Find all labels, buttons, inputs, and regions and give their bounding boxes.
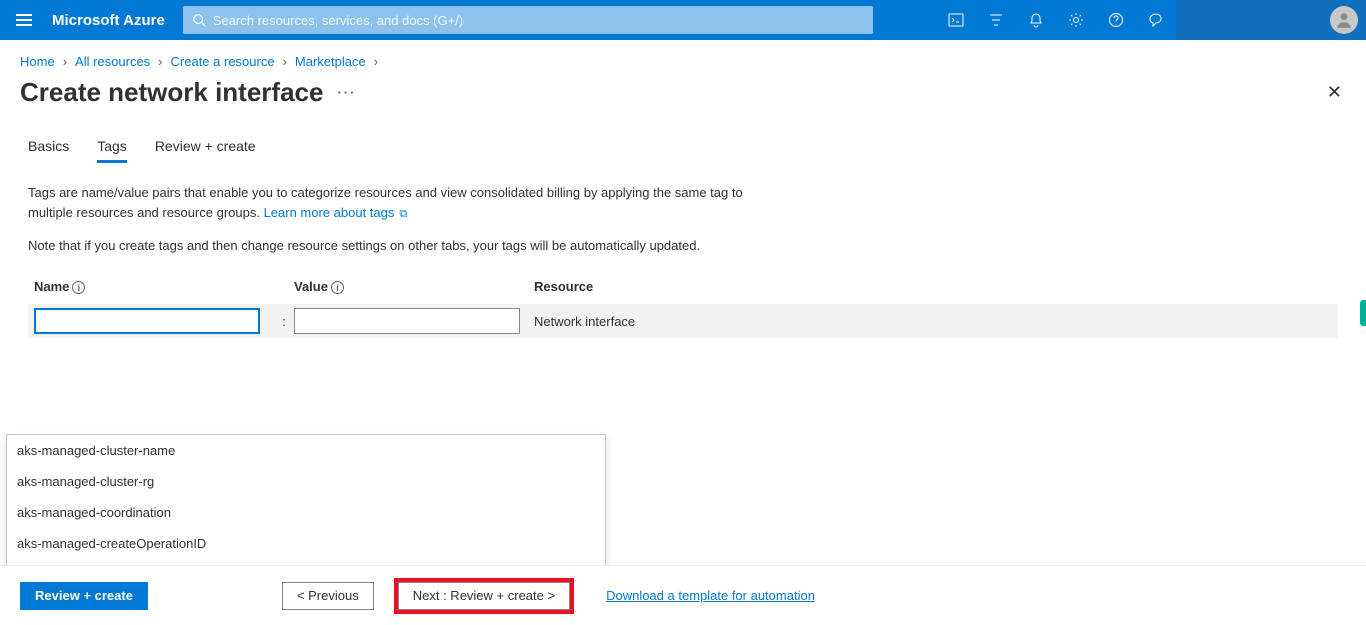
tag-resource-label: Network interface [526,304,635,338]
suggestion-item[interactable]: aks-managed-createOperationID [7,528,605,559]
close-icon[interactable]: ✕ [1327,82,1346,103]
suggestion-item[interactable]: aks-managed-coordination [7,497,605,528]
more-actions-icon[interactable]: ··· [337,85,356,100]
column-header-name: Namei [28,279,274,294]
tag-value-input[interactable] [294,308,520,334]
account-area[interactable] [1176,0,1366,40]
tab-review-create[interactable]: Review + create [155,138,256,163]
tab-tags[interactable]: Tags [97,138,127,163]
chevron-right-icon: › [63,54,67,69]
info-icon[interactable]: i [72,281,85,294]
next-button[interactable]: Next : Review + create > [398,582,570,610]
tab-strip: Basics Tags Review + create [28,138,1338,163]
breadcrumb-item[interactable]: Create a resource [171,54,275,69]
column-header-resource: Resource [526,279,764,294]
page-title: Create network interface [20,77,323,108]
cloud-shell-icon[interactable] [936,0,976,40]
suggestion-item[interactable]: aks-managed-cluster-rg [7,466,605,497]
learn-more-link[interactable]: Learn more about tags ⧉ [264,205,408,220]
title-row: Create network interface ··· ✕ [0,73,1366,118]
tags-note: Note that if you create tags and then ch… [28,238,1338,253]
wizard-footer: Review + create < Previous Next : Review… [0,565,1366,625]
column-header-value: Valuei [294,279,526,294]
tab-basics[interactable]: Basics [28,138,69,163]
directories-filter-icon[interactable] [976,0,1016,40]
feedback-icon[interactable] [1136,0,1176,40]
external-link-icon: ⧉ [396,208,407,220]
tags-description: Tags are name/value pairs that enable yo… [28,183,768,224]
previous-button[interactable]: < Previous [282,582,374,610]
global-search-input[interactable] [213,13,865,28]
global-search[interactable] [183,6,873,34]
avatar[interactable] [1330,6,1358,34]
tags-table: Namei Valuei Resource : Network interfac… [28,279,1338,338]
suggestion-item[interactable]: aks-managed-cluster-name [7,435,605,466]
review-create-button[interactable]: Review + create [20,582,148,610]
breadcrumb: Home › All resources › Create a resource… [0,40,1366,73]
brand-label[interactable]: Microsoft Azure [48,12,183,29]
chevron-right-icon: › [374,54,378,69]
breadcrumb-item[interactable]: Marketplace [295,54,366,69]
hamburger-menu-icon[interactable] [0,0,48,40]
tag-name-input[interactable] [34,308,260,334]
download-template-link[interactable]: Download a template for automation [606,588,815,603]
chevron-right-icon: › [283,54,287,69]
breadcrumb-item[interactable]: Home [20,54,55,69]
breadcrumb-item[interactable]: All resources [75,54,150,69]
chevron-right-icon: › [158,54,162,69]
feedback-edge-tab[interactable] [1360,300,1366,326]
search-icon [191,13,207,27]
tag-separator: : [274,304,294,338]
top-bar-actions [936,0,1176,40]
azure-top-bar: Microsoft Azure [0,0,1366,40]
content-area: Basics Tags Review + create Tags are nam… [0,118,1366,338]
settings-icon[interactable] [1056,0,1096,40]
notifications-icon[interactable] [1016,0,1056,40]
help-icon[interactable] [1096,0,1136,40]
info-icon[interactable]: i [331,281,344,294]
tags-table-header: Namei Valuei Resource [28,279,1338,294]
tag-row: : Network interface [28,304,1338,338]
